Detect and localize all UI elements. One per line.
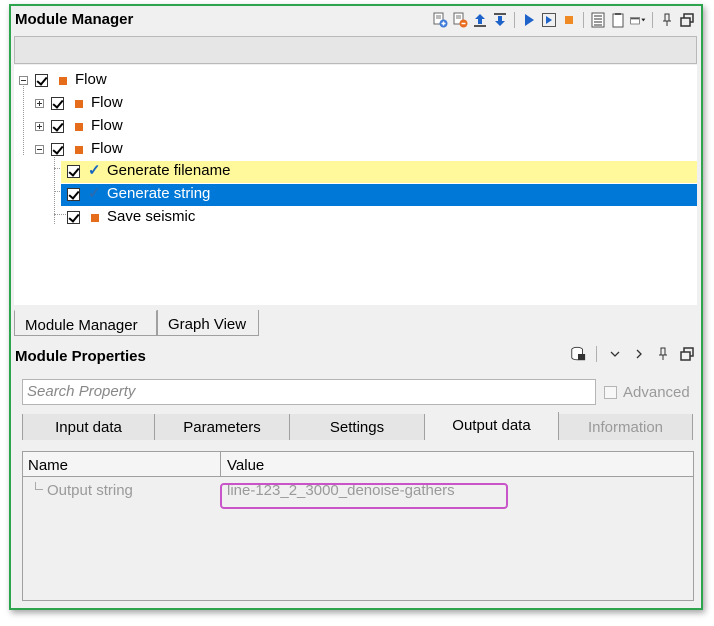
column-divider[interactable] bbox=[220, 452, 221, 477]
toolbar-separator bbox=[596, 346, 597, 362]
window-body: Module Manager Flow Flow Flow Flow ✓ Gen… bbox=[11, 6, 701, 608]
add-module-icon[interactable] bbox=[432, 12, 448, 28]
filter-bar[interactable] bbox=[14, 36, 697, 64]
float-window-icon[interactable] bbox=[679, 12, 695, 28]
tree-row-label: Flow bbox=[91, 140, 123, 157]
tab-graph-view[interactable]: Graph View bbox=[157, 310, 259, 336]
float-window-icon[interactable] bbox=[679, 346, 695, 362]
expand-icon[interactable] bbox=[35, 122, 44, 131]
tree-row-flow-root[interactable]: Flow bbox=[14, 70, 697, 92]
run-icon[interactable] bbox=[521, 12, 537, 28]
checkmark-icon: ✓ bbox=[88, 162, 101, 179]
module-checkbox[interactable] bbox=[67, 211, 80, 224]
run-step-icon[interactable] bbox=[541, 12, 557, 28]
module-properties-title: Module Properties bbox=[15, 348, 146, 365]
property-grid: Name Value Output string line-123_2_3000… bbox=[22, 451, 694, 601]
tab-input-data[interactable]: Input data bbox=[22, 414, 155, 440]
module-checkbox[interactable] bbox=[35, 74, 48, 87]
remove-module-icon[interactable] bbox=[452, 12, 468, 28]
collapse-icon[interactable] bbox=[19, 76, 28, 85]
property-name: Output string bbox=[47, 482, 133, 499]
tree-row-flow[interactable]: Flow bbox=[14, 116, 697, 138]
tree-row-label: Generate string bbox=[107, 185, 211, 202]
move-down-icon[interactable] bbox=[492, 12, 508, 28]
column-header-name[interactable]: Name bbox=[28, 457, 68, 474]
module-checkbox[interactable] bbox=[51, 120, 64, 133]
tree-row-flow[interactable]: Flow bbox=[14, 139, 697, 161]
chevron-down-icon[interactable] bbox=[607, 346, 623, 362]
toolbar-separator bbox=[652, 12, 653, 28]
tab-information: Information bbox=[559, 414, 693, 440]
page-icon[interactable] bbox=[610, 12, 626, 28]
stop-icon[interactable] bbox=[561, 12, 577, 28]
tree-row-generate-filename[interactable]: ✓ Generate filename bbox=[61, 161, 697, 183]
tree-row-label: Flow bbox=[91, 117, 123, 134]
annotation-highlight-box bbox=[220, 483, 508, 509]
pin-icon[interactable] bbox=[659, 12, 675, 28]
window-frame: Module Manager Flow Flow Flow Flow ✓ Gen… bbox=[9, 4, 703, 610]
module-properties-toolbar bbox=[570, 346, 695, 362]
checkmark-icon: ✓ bbox=[88, 185, 101, 202]
chevron-right-icon[interactable] bbox=[631, 346, 647, 362]
advanced-checkbox-box[interactable] bbox=[604, 386, 617, 399]
tree-row-label: Save seismic bbox=[107, 208, 196, 225]
toolbar-separator bbox=[583, 12, 584, 28]
property-grid-header: Name Value bbox=[23, 452, 693, 477]
properties-tabs: Input data Parameters Settings Output da… bbox=[22, 412, 694, 440]
tab-settings[interactable]: Settings bbox=[290, 414, 425, 440]
window-menu-icon[interactable] bbox=[630, 12, 646, 28]
flow-square-icon bbox=[75, 100, 83, 108]
tree-row-label: Generate filename bbox=[107, 162, 231, 179]
advanced-checkbox[interactable]: Advanced bbox=[604, 384, 690, 401]
flow-square-icon bbox=[59, 77, 67, 85]
list-icon[interactable] bbox=[590, 12, 606, 28]
flow-square-icon bbox=[75, 123, 83, 131]
tab-module-manager[interactable]: Module Manager bbox=[14, 310, 157, 336]
tree-row-label: Flow bbox=[75, 71, 107, 88]
tree-row-generate-string[interactable]: ✓ Generate string bbox=[61, 184, 697, 206]
tab-parameters[interactable]: Parameters bbox=[155, 414, 290, 440]
tree-row-flow[interactable]: Flow bbox=[14, 93, 697, 115]
column-header-value[interactable]: Value bbox=[227, 457, 264, 474]
module-manager-toolbar bbox=[432, 11, 695, 29]
toolbar-separator bbox=[514, 12, 515, 28]
collapse-icon[interactable] bbox=[35, 145, 44, 154]
move-up-icon[interactable] bbox=[472, 12, 488, 28]
module-manager-title: Module Manager bbox=[15, 11, 134, 28]
module-checkbox[interactable] bbox=[51, 143, 64, 156]
module-checkbox[interactable] bbox=[67, 165, 80, 178]
advanced-label: Advanced bbox=[623, 384, 690, 401]
expand-icon[interactable] bbox=[35, 99, 44, 108]
flow-square-icon bbox=[75, 146, 83, 154]
database-icon[interactable] bbox=[570, 346, 586, 362]
flow-tree: Flow Flow Flow Flow ✓ Generate filename bbox=[14, 65, 697, 305]
tree-connector bbox=[35, 482, 43, 490]
tree-row-save-seismic[interactable]: Save seismic bbox=[61, 207, 697, 229]
module-checkbox[interactable] bbox=[67, 188, 80, 201]
pin-icon[interactable] bbox=[655, 346, 671, 362]
tab-output-data[interactable]: Output data bbox=[425, 412, 559, 440]
view-tabs: Module Manager Graph View bbox=[11, 308, 701, 338]
search-property-input[interactable]: Search Property bbox=[22, 379, 596, 405]
flow-square-icon bbox=[91, 214, 99, 222]
tree-row-label: Flow bbox=[91, 94, 123, 111]
module-checkbox[interactable] bbox=[51, 97, 64, 110]
